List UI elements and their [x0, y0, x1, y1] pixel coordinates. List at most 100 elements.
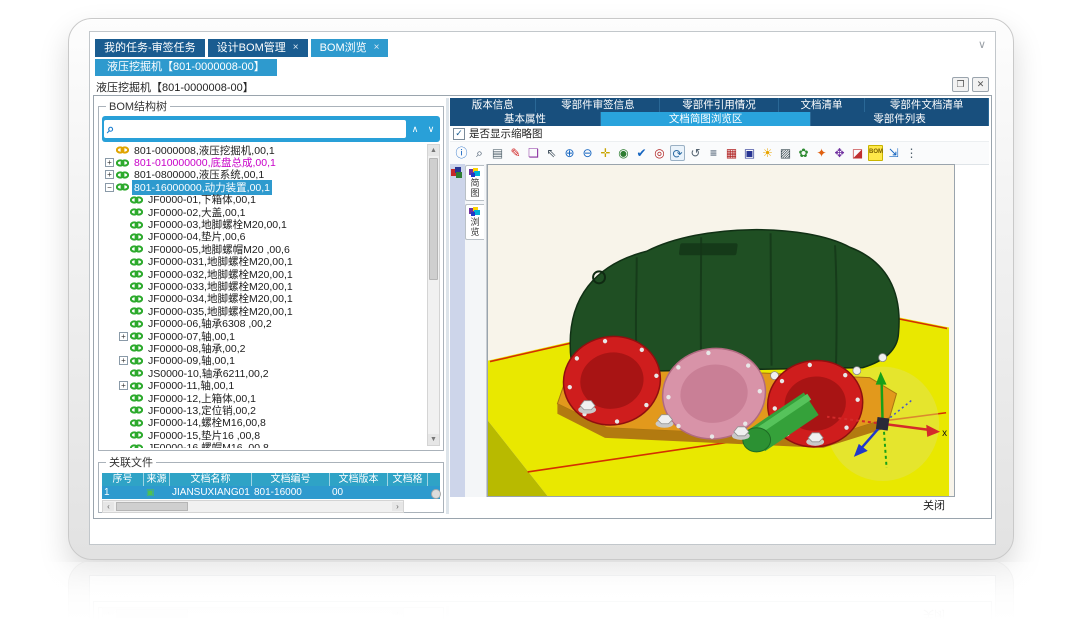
tree-row[interactable]: JF0000-16,螺帽M16 ,00,8 [102, 441, 440, 448]
tree-expander-icon[interactable]: + [119, 356, 128, 365]
part-link-icon [130, 405, 143, 415]
toolbar-icon[interactable]: ◎ [652, 145, 667, 161]
bom-tree-group-label: BOM结构树 [106, 98, 170, 114]
file-format [388, 486, 428, 499]
part-link-icon [130, 443, 143, 448]
search-next-chevron-down-icon[interactable]: ∨ [424, 120, 438, 138]
close-icon[interactable]: ✕ [972, 77, 989, 92]
files-column-header: 文档名称 [170, 473, 252, 486]
toolbar-icon[interactable]: ↺ [688, 145, 703, 161]
toolbar-icon[interactable]: ▣ [742, 145, 757, 161]
toolbar-icon[interactable]: ⇖ [544, 145, 559, 161]
panel-window-buttons: ❐ ✕ [952, 77, 989, 92]
close-button[interactable]: 关闭 [923, 497, 945, 513]
restore-icon[interactable]: ❐ [952, 77, 969, 92]
tree-expander-icon[interactable]: + [105, 170, 114, 179]
toolbar-icon[interactable]: ◉ [616, 145, 631, 161]
h-scrollbar-thumb[interactable] [116, 502, 188, 511]
document-tab[interactable]: 简图 [465, 165, 484, 201]
toolbar-icon[interactable]: ◪ [850, 145, 865, 161]
document-thumb-icon [469, 168, 481, 177]
toolbar-icon[interactable]: ✦ [814, 145, 829, 161]
tree-expander-icon[interactable]: + [105, 158, 114, 167]
record-nav-dot-icon[interactable] [431, 489, 441, 499]
part-link-icon [130, 220, 143, 230]
scroll-right-icon[interactable]: › [392, 502, 403, 511]
right-tab[interactable]: 零部件引用情况 [660, 98, 778, 112]
search-prev-chevron-up-icon[interactable]: ∧ [408, 120, 422, 138]
linked-files-group: 关联文件 序号来源文档名称文档编号文档版本文档格式 1 ▣ JIANSUXIAN… [98, 454, 444, 513]
toolbar-icon[interactable]: ⌕ [472, 145, 487, 161]
document-tab[interactable]: 浏览 [465, 204, 484, 240]
part-link-icon [130, 430, 143, 440]
tree-expander-icon[interactable]: + [119, 332, 128, 341]
toolbar-icon[interactable]: ❏ [526, 145, 541, 161]
toolbar-icon[interactable]: ⊕ [562, 145, 577, 161]
main-tab[interactable]: 设计BOM管理 × [208, 39, 308, 57]
toolbar-icon[interactable]: ⋮ [904, 145, 919, 161]
thumbnail-checkbox[interactable]: ✓ [453, 128, 465, 140]
part-link-icon [116, 182, 129, 192]
side-strip [450, 164, 465, 497]
toolbar-icon[interactable]: ≡ [706, 145, 721, 161]
tab-close-icon[interactable]: × [374, 39, 380, 57]
toolbar-icon[interactable]: ▨ [778, 145, 793, 161]
main-tab-label: 我的任务-审签任务 [104, 39, 196, 57]
right-tab[interactable]: 基本属性 [450, 112, 601, 126]
right-tab[interactable]: 文档清单 [779, 98, 865, 112]
part-link-icon [130, 244, 143, 254]
tab-overflow-chevron-icon[interactable]: ∨ [978, 38, 986, 51]
left-pane: BOM结构树 ⌕ ∧ ∨ [96, 98, 446, 514]
toolbar-icon[interactable]: ⇲ [886, 145, 901, 161]
toolbar-icon[interactable]: ✔ [634, 145, 649, 161]
linked-files-table: 序号来源文档名称文档编号文档版本文档格式 1 ▣ JIANSUXIANG01 8… [102, 473, 440, 513]
toolbar-icon[interactable]: ⓘ [454, 145, 469, 161]
main-tab-label: BOM浏览 [320, 39, 367, 57]
toolbar-icon[interactable]: ⊖ [580, 145, 595, 161]
toolbar-icon[interactable]: ☀ [760, 145, 775, 161]
document-tab-label: 浏览 [469, 217, 482, 237]
assembly-cube-icon[interactable] [451, 167, 463, 178]
splitter[interactable] [446, 98, 449, 514]
main-tabbar: 我的任务-审签任务 设计BOM管理 × BOM浏览 × [95, 39, 961, 57]
search-input[interactable] [117, 120, 406, 138]
app-window: 我的任务-审签任务 设计BOM管理 × BOM浏览 × ∨ [68, 562, 1014, 620]
toolbar-icon[interactable]: ✿ [796, 145, 811, 161]
bom-tree-group: BOM结构树 ⌕ ∧ ∨ [98, 98, 444, 451]
toolbar-icon[interactable]: ✎ [508, 145, 523, 161]
right-tab[interactable]: 文档简图浏览区 [601, 112, 811, 126]
subtab-hydraulic-excavator[interactable]: 液压挖掘机【801-0000008-00】 [95, 59, 277, 76]
tree-expander-icon[interactable]: + [119, 381, 128, 390]
part-link-icon [130, 232, 143, 242]
right-tab[interactable]: 零部件文档清单 [865, 98, 989, 112]
toolbar-icon[interactable]: BOM [868, 145, 883, 161]
right-tab[interactable]: 版本信息 [450, 98, 536, 112]
tab-close-icon[interactable]: × [293, 39, 299, 57]
part-link-icon [130, 281, 143, 291]
toolbar-icon[interactable]: ⟳ [670, 145, 685, 161]
tree-scrollbar[interactable]: ▲ ▼ [427, 144, 440, 446]
part-link-icon [130, 393, 143, 403]
main-tab[interactable]: 我的任务-审签任务 [95, 39, 205, 57]
part-link-icon [130, 319, 143, 329]
toolbar-icon[interactable]: ▦ [724, 145, 739, 161]
toolbar-icon[interactable]: ✛ [598, 145, 613, 161]
main-tab[interactable]: BOM浏览 × [311, 39, 389, 57]
page: 我的任务-审签任务 设计BOM管理 × BOM浏览 × ∨ [0, 0, 1080, 620]
right-tab[interactable]: 零部件审签信息 [536, 98, 660, 112]
toolbar-icon[interactable]: ✥ [832, 145, 847, 161]
files-table-row[interactable]: 1 ▣ JIANSUXIANG01 801-16000 00 [102, 486, 440, 499]
toolbar-icon[interactable]: ▤ [490, 145, 505, 161]
scroll-down-icon[interactable]: ▼ [428, 434, 439, 445]
files-h-scrollbar[interactable]: ‹ › [102, 500, 404, 513]
right-tab[interactable]: 零部件列表 [811, 112, 989, 126]
part-link-icon [116, 158, 129, 168]
document-vertical-tabs: 简图 浏览 [465, 164, 487, 497]
scroll-left-icon[interactable]: ‹ [103, 502, 114, 511]
tree-expander-icon[interactable]: − [105, 183, 114, 192]
viewport-3d[interactable]: x [487, 164, 955, 497]
file-code: 801-16000 [252, 486, 330, 499]
scroll-up-icon[interactable]: ▲ [428, 145, 439, 156]
scrollbar-thumb[interactable] [429, 158, 438, 280]
part-link-icon [116, 145, 129, 155]
